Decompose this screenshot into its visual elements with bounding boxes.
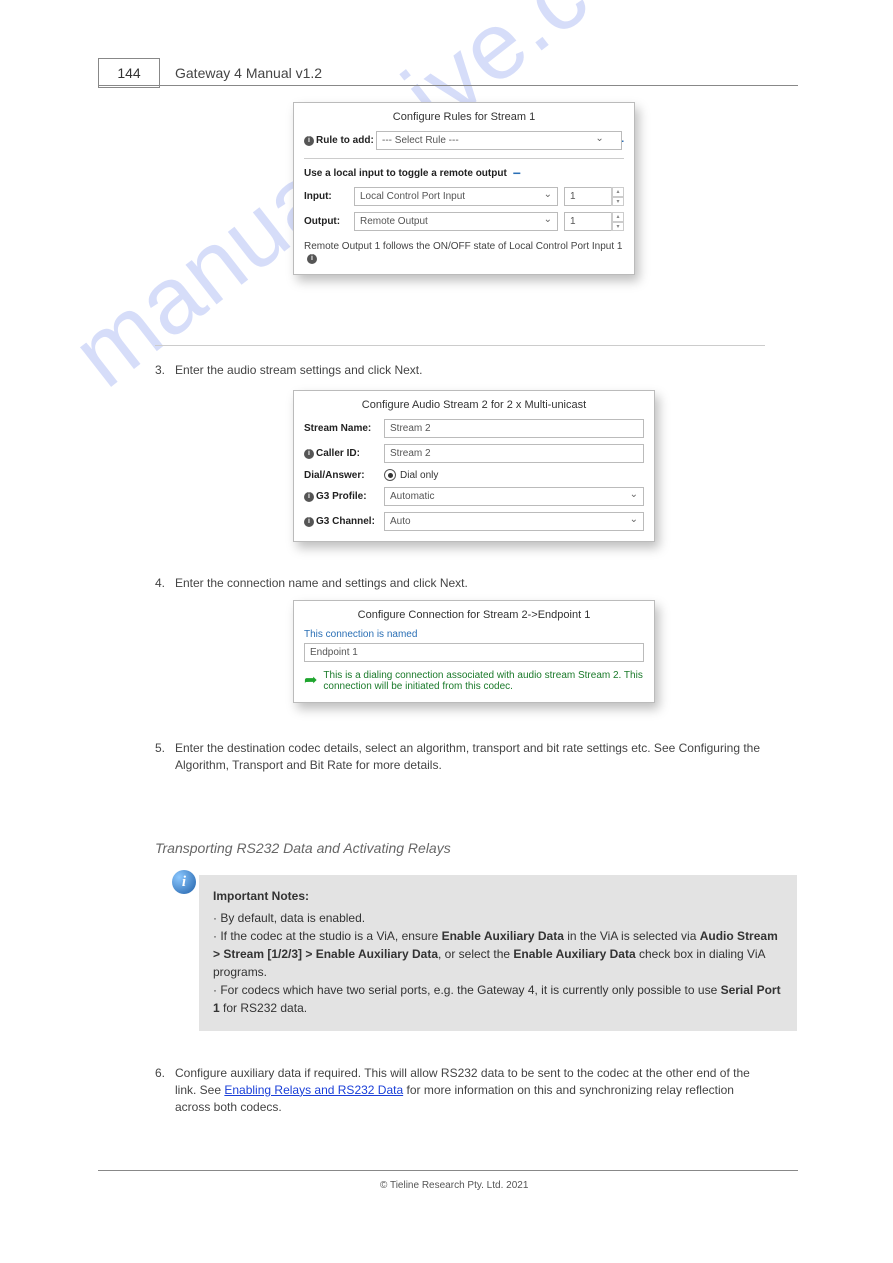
conn-description: This is a dialing connection associated … bbox=[323, 670, 644, 692]
g3-profile-select[interactable]: Automatic bbox=[384, 487, 644, 506]
conn-name-input[interactable] bbox=[304, 643, 644, 662]
conn-named-label: This connection is named bbox=[304, 629, 644, 640]
footer-divider bbox=[98, 1170, 798, 1171]
dial-only-radio[interactable] bbox=[384, 469, 396, 481]
info-icon: i bbox=[304, 136, 314, 146]
info-large-icon: i bbox=[172, 870, 196, 894]
infobox-line3: · For codecs which have two serial ports… bbox=[213, 981, 783, 1017]
step4-text: Enter the connection name and settings a… bbox=[175, 575, 765, 592]
infobox-important-notes: Important Notes: · By default, data is e… bbox=[199, 875, 797, 1031]
caller-id-input[interactable] bbox=[384, 444, 644, 463]
infobox-line1: · By default, data is enabled. bbox=[213, 909, 783, 927]
remove-rule-icon[interactable]: − bbox=[513, 165, 521, 181]
panel-configure-stream: Configure Audio Stream 2 for 2 x Multi-u… bbox=[293, 390, 655, 542]
info-icon: i bbox=[304, 492, 314, 502]
dial-answer-label: Dial/Answer: bbox=[304, 470, 384, 481]
stream-name-label: Stream Name: bbox=[304, 423, 384, 434]
spinner-up-icon[interactable]: ▴ bbox=[612, 212, 624, 222]
forward-arrow-icon: ➦ bbox=[304, 670, 317, 690]
input-label: Input: bbox=[304, 191, 354, 202]
step6-number: 6. bbox=[155, 1065, 165, 1082]
rule-to-add-label: Rule to add: bbox=[316, 135, 374, 146]
section-divider bbox=[155, 345, 765, 346]
enabling-relays-link[interactable]: Enabling Relays and RS232 Data bbox=[224, 1083, 403, 1097]
panel-configure-connection: Configure Connection for Stream 2->Endpo… bbox=[293, 600, 655, 703]
page-number: 144 bbox=[117, 65, 140, 81]
header-title: Gateway 4 Manual v1.2 bbox=[175, 65, 322, 81]
rule-description: Remote Output 1 follows the ON/OFF state… bbox=[304, 241, 622, 252]
subheading-aux: Transporting RS232 Data and Activating R… bbox=[155, 840, 451, 856]
info-icon: i bbox=[307, 254, 317, 264]
info-icon: i bbox=[304, 449, 314, 459]
footer-copyright: © Tieline Research Pty. Ltd. 2021 bbox=[380, 1180, 528, 1191]
panel-rules-title: Configure Rules for Stream 1 bbox=[304, 109, 624, 131]
spinner-up-icon[interactable]: ▴ bbox=[612, 187, 624, 197]
output-select[interactable]: Remote Output bbox=[354, 212, 558, 231]
subrule-title: Use a local input to toggle a remote out… bbox=[304, 168, 507, 179]
step5-text: Enter the destination codec details, sel… bbox=[175, 740, 765, 774]
spinner-down-icon[interactable]: ▾ bbox=[612, 222, 624, 232]
step6-text: Configure auxiliary data if required. Th… bbox=[175, 1065, 765, 1115]
infobox-title: Important Notes: bbox=[213, 887, 783, 905]
g3-channel-select[interactable]: Auto bbox=[384, 512, 644, 531]
input-select[interactable]: Local Control Port Input bbox=[354, 187, 558, 206]
page-number-box: 144 bbox=[98, 58, 160, 88]
step3-number: 3. bbox=[155, 362, 165, 379]
caller-id-label: Caller ID: bbox=[316, 448, 360, 459]
panel-configure-rules: Configure Rules for Stream 1 i Rule to a… bbox=[293, 102, 635, 275]
g3-channel-label: G3 Channel: bbox=[316, 516, 375, 527]
step5-number: 5. bbox=[155, 740, 165, 757]
output-label: Output: bbox=[304, 216, 354, 227]
panel-divider bbox=[304, 158, 624, 159]
dial-answer-value: Dial only bbox=[400, 470, 438, 481]
infobox-line2: · If the codec at the studio is a ViA, e… bbox=[213, 927, 783, 981]
step3-text: Enter the audio stream settings and clic… bbox=[175, 362, 765, 379]
step4-number: 4. bbox=[155, 575, 165, 592]
g3-profile-label: G3 Profile: bbox=[316, 491, 367, 502]
panel-stream-title: Configure Audio Stream 2 for 2 x Multi-u… bbox=[304, 397, 644, 419]
spinner-down-icon[interactable]: ▾ bbox=[612, 197, 624, 207]
info-icon: i bbox=[304, 517, 314, 527]
header-divider bbox=[98, 85, 798, 86]
panel-conn-title: Configure Connection for Stream 2->Endpo… bbox=[304, 607, 644, 629]
rule-to-add-select[interactable]: --- Select Rule --- bbox=[376, 131, 622, 150]
stream-name-input[interactable] bbox=[384, 419, 644, 438]
